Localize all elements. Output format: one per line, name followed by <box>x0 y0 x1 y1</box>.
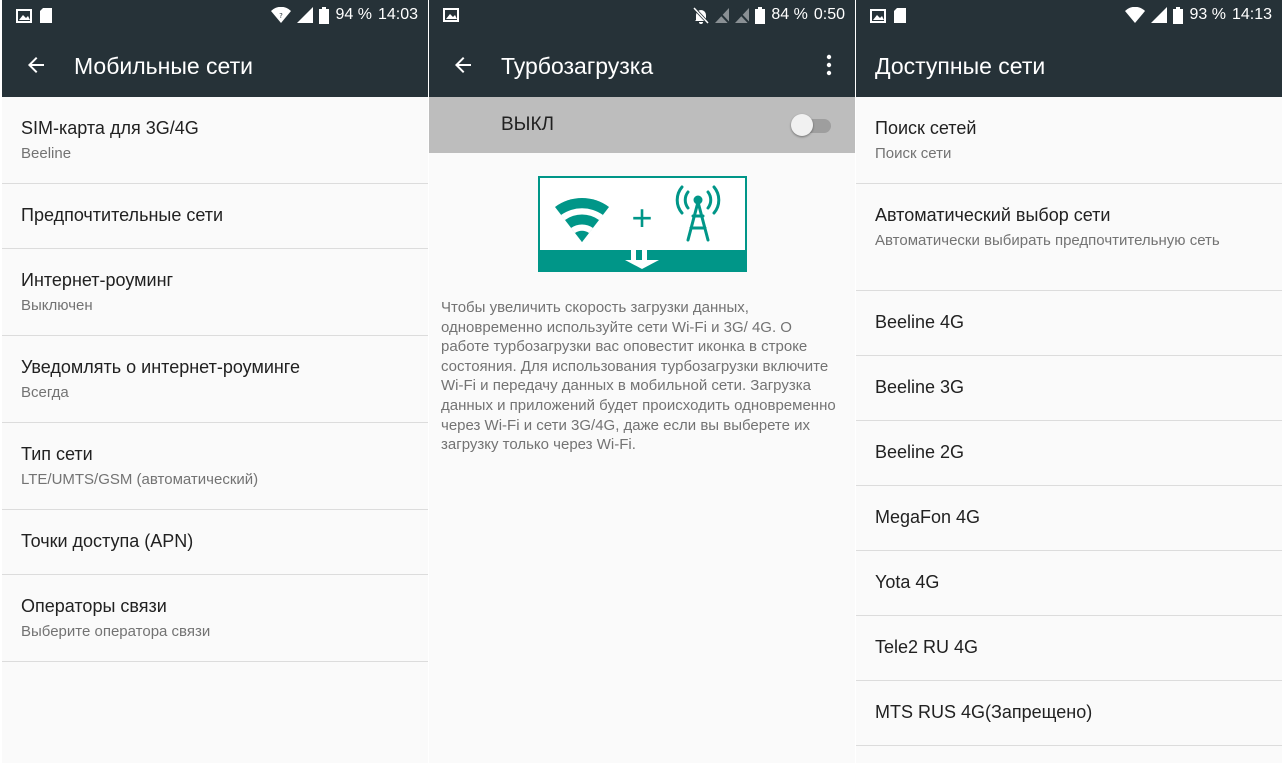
turbo-toggle-bar[interactable]: ВЫКЛ <box>429 97 855 153</box>
settings-list: SIM-карта для 3G/4G Beeline Предпочтител… <box>2 97 428 662</box>
setting-title: SIM-карта для 3G/4G <box>21 118 199 138</box>
gallery-notification-icon <box>16 8 32 23</box>
network-item[interactable]: Beeline 3G <box>856 356 1282 421</box>
setting-title: Предпочтительные сети <box>21 205 224 225</box>
setting-title: Уведомлять о интернет-роуминге <box>21 357 300 377</box>
setting-summary: LTE/UMTS/GSM (автоматический) <box>21 471 259 488</box>
switch-knob <box>791 114 813 136</box>
status-bar: 93 % 14:13 <box>856 0 1282 33</box>
gallery-notification-icon <box>870 8 886 23</box>
network-title: MegaFon 4G <box>875 507 981 527</box>
setting-title: Тип сети <box>21 444 93 464</box>
network-search[interactable]: Поиск сетей Поиск сети <box>856 97 1282 184</box>
network-item[interactable]: Yota 4G <box>856 551 1282 616</box>
battery-level: 84 % <box>771 6 808 23</box>
network-list: Поиск сетей Поиск сети Автоматический вы… <box>856 97 1282 746</box>
available-networks-screen: 93 % 14:13 Доступные сети Поиск сетей По… <box>856 0 1282 763</box>
gallery-notification-icon <box>443 8 459 22</box>
signal-off-icon <box>715 7 730 23</box>
setting-title: Точки доступа (APN) <box>21 531 194 551</box>
network-auto-select[interactable]: Автоматический выбор сети Автоматически … <box>856 184 1282 291</box>
network-title: Yota 4G <box>875 572 940 592</box>
app-bar: Турбозагрузка <box>429 33 855 97</box>
network-item[interactable]: Tele2 RU 4G <box>856 616 1282 681</box>
plus-sign: + <box>631 197 652 238</box>
setting-apn[interactable]: Точки доступа (APN) <box>2 510 428 575</box>
network-title: Tele2 RU 4G <box>875 637 979 657</box>
mobile-networks-screen: ? 94 % 14:03 Мобильные сети SIM-карта дл… <box>2 0 428 763</box>
network-item[interactable]: Beeline 4G <box>856 291 1282 356</box>
network-title: MTS RUS 4G(Запрещено) <box>875 702 1093 722</box>
signal-icon <box>297 7 314 23</box>
signal-off-icon <box>735 7 750 23</box>
page-title: Турбозагрузка <box>501 53 654 79</box>
network-title: Автоматический выбор сети <box>875 205 1111 225</box>
network-item[interactable]: MTS RUS 4G(Запрещено) <box>856 681 1282 746</box>
battery-icon <box>755 6 766 24</box>
network-title: Beeline 4G <box>875 312 965 332</box>
setting-title: Интернет-роуминг <box>21 270 174 290</box>
back-arrow-icon[interactable] <box>451 53 475 77</box>
battery-icon <box>1173 6 1184 24</box>
sd-card-icon <box>40 8 52 23</box>
status-bar: 84 % 0:50 <box>429 0 855 33</box>
turbo-download-screen: 84 % 0:50 Турбозагрузка ВЫКЛ + Чтобы уве… <box>429 0 855 763</box>
network-summary: Поиск сети <box>875 145 952 162</box>
battery-level: 93 % <box>1189 6 1226 23</box>
clock: 14:03 <box>377 6 418 23</box>
network-item[interactable]: Beeline 2G <box>856 421 1282 486</box>
toggle-label: ВЫКЛ <box>501 114 555 135</box>
back-arrow-icon[interactable] <box>24 53 48 77</box>
setting-operators[interactable]: Операторы связи Выберите оператора связи <box>2 575 428 662</box>
turbo-description: Чтобы увеличить скорость загрузки данных… <box>441 299 836 454</box>
svg-text:?: ? <box>280 12 284 20</box>
setting-preferred-networks[interactable]: Предпочтительные сети <box>2 184 428 249</box>
network-title: Beeline 3G <box>875 377 965 397</box>
setting-data-roaming[interactable]: Интернет-роуминг Выключен <box>2 249 428 336</box>
setting-network-type[interactable]: Тип сети LTE/UMTS/GSM (автоматический) <box>2 423 428 510</box>
page-title: Мобильные сети <box>74 53 253 79</box>
setting-summary: Всегда <box>21 384 69 401</box>
page-title: Доступные сети <box>875 53 1046 79</box>
clock: 14:13 <box>1231 6 1272 23</box>
network-item[interactable]: MegaFon 4G <box>856 486 1282 551</box>
wifi-icon <box>1125 7 1146 23</box>
sd-card-icon <box>894 8 906 23</box>
status-bar: ? 94 % 14:03 <box>2 0 428 33</box>
network-title: Поиск сетей <box>875 118 977 138</box>
setting-summary: Выберите оператора связи <box>21 623 211 640</box>
app-bar: Доступные сети <box>856 33 1282 97</box>
network-title: Beeline 2G <box>875 442 965 462</box>
signal-icon <box>1151 7 1168 23</box>
turbo-illustration: + <box>538 176 747 272</box>
battery-icon <box>319 6 330 24</box>
setting-title: Операторы связи <box>21 596 167 616</box>
turbo-switch[interactable] <box>791 113 831 137</box>
setting-roaming-notify[interactable]: Уведомлять о интернет-роуминге Всегда <box>2 336 428 423</box>
network-summary: Автоматически выбирать предпочтительную … <box>875 232 1220 249</box>
setting-summary: Выключен <box>21 297 93 314</box>
setting-sim-card[interactable]: SIM-карта для 3G/4G Beeline <box>2 97 428 184</box>
app-bar: Мобильные сети <box>2 33 428 97</box>
wifi-icon: ? <box>271 7 292 23</box>
notifications-off-icon <box>693 6 710 24</box>
battery-level: 94 % <box>335 6 372 23</box>
setting-summary: Beeline <box>21 145 72 162</box>
clock: 0:50 <box>813 6 845 23</box>
more-vert-icon[interactable] <box>821 53 837 77</box>
